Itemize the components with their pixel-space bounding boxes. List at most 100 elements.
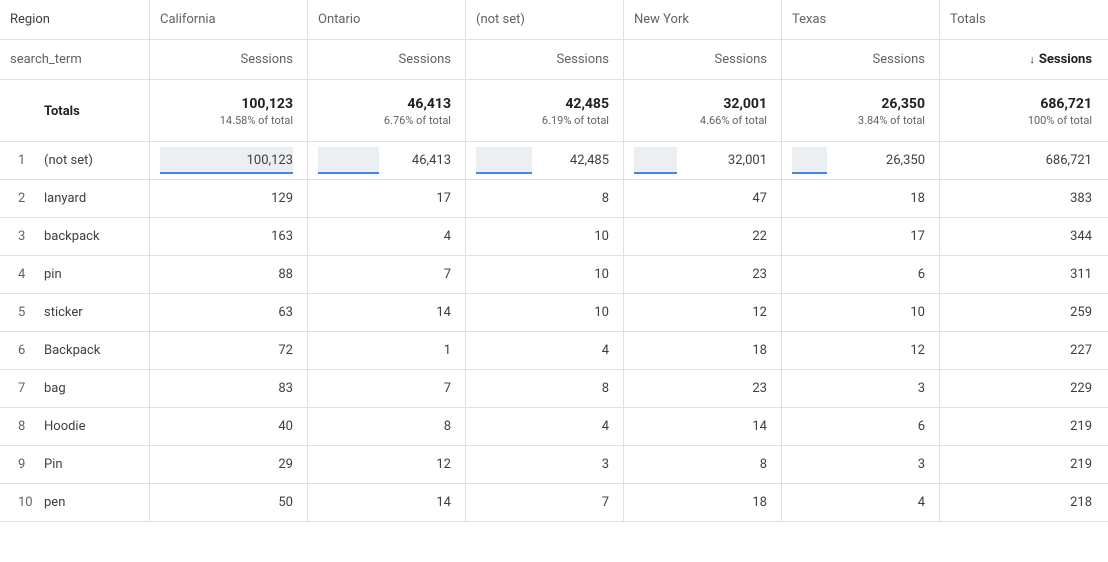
data-cell: 7: [308, 256, 466, 293]
header-row-region: Region California Ontario (not set) New …: [0, 0, 1108, 40]
data-cell: 63: [150, 294, 308, 331]
metric-header-0[interactable]: Sessions: [150, 40, 308, 79]
row-index: 8: [0, 408, 44, 445]
data-cell: 40: [150, 408, 308, 445]
totals-row: Totals 100,123 14.58% of total 46,413 6.…: [0, 80, 1108, 142]
search-term-cell[interactable]: (not set): [44, 142, 150, 179]
dimension-header[interactable]: Region: [0, 0, 150, 39]
search-term-cell[interactable]: bag: [44, 370, 150, 407]
totals-label: Totals: [44, 80, 150, 141]
data-cell: 4: [466, 332, 624, 369]
sort-metric-label: Sessions: [1039, 52, 1092, 67]
totals-pct: 6.76% of total: [384, 114, 451, 127]
region-col-4[interactable]: Texas: [782, 0, 940, 39]
data-cell: 14: [308, 294, 466, 331]
data-cell: 50: [150, 484, 308, 521]
metric-header-4[interactable]: Sessions: [782, 40, 940, 79]
data-cell: 7: [466, 484, 624, 521]
totals-value: 26,350: [881, 96, 925, 112]
pivot-table: Region California Ontario (not set) New …: [0, 0, 1108, 522]
data-cell: 8: [624, 446, 782, 483]
totals-pct: 3.84% of total: [858, 114, 925, 127]
data-cell: 6: [782, 256, 940, 293]
table-row[interactable]: 7bag8378233229: [0, 370, 1108, 408]
region-col-0[interactable]: California: [150, 0, 308, 39]
totals-col-1: 46,413 6.76% of total: [308, 80, 466, 141]
table-row[interactable]: 10pen50147184218: [0, 484, 1108, 522]
region-col-1[interactable]: Ontario: [308, 0, 466, 39]
sort-column-header[interactable]: ↓ Sessions: [940, 40, 1106, 79]
header-row-metric: search_term Sessions Sessions Sessions S…: [0, 40, 1108, 80]
data-cell: 129: [150, 180, 308, 217]
search-term-cell[interactable]: Pin: [44, 446, 150, 483]
data-cell: 8: [466, 180, 624, 217]
totals-pct: 4.66% of total: [700, 114, 767, 127]
row-total-cell: 218: [940, 484, 1106, 521]
search-term-cell[interactable]: pen: [44, 484, 150, 521]
search-term-cell[interactable]: sticker: [44, 294, 150, 331]
sparkbar: [634, 147, 677, 174]
data-cell: 100,123: [150, 142, 308, 179]
row-total-cell: 311: [940, 256, 1106, 293]
cell-value: 46,413: [412, 153, 451, 168]
data-cell: 10: [782, 294, 940, 331]
row-total-cell: 227: [940, 332, 1106, 369]
cell-value: 32,001: [728, 153, 767, 168]
data-cell: 18: [624, 484, 782, 521]
data-cell: 18: [624, 332, 782, 369]
data-cell: 17: [308, 180, 466, 217]
table-row[interactable]: 4pin88710236311: [0, 256, 1108, 294]
row-index: 1: [0, 142, 44, 179]
search-term-cell[interactable]: Hoodie: [44, 408, 150, 445]
data-cell: 12: [308, 446, 466, 483]
table-row[interactable]: 3backpack1634102217344: [0, 218, 1108, 256]
metric-header-1[interactable]: Sessions: [308, 40, 466, 79]
data-cell: 46,413: [308, 142, 466, 179]
totals-value: 32,001: [723, 96, 767, 112]
data-cell: 26,350: [782, 142, 940, 179]
table-row[interactable]: 9Pin2912383219: [0, 446, 1108, 484]
table-row[interactable]: 2lanyard1291784718383: [0, 180, 1108, 218]
metric-header-2[interactable]: Sessions: [466, 40, 624, 79]
search-term-cell[interactable]: lanyard: [44, 180, 150, 217]
data-cell: 8: [466, 370, 624, 407]
data-cell: 88: [150, 256, 308, 293]
region-col-2[interactable]: (not set): [466, 0, 624, 39]
table-row[interactable]: 8Hoodie4084146219: [0, 408, 1108, 446]
totals-col-header: Totals: [940, 0, 1106, 39]
data-cell: 42,485: [466, 142, 624, 179]
sparkbar: [318, 147, 379, 174]
totals-value: 46,413: [407, 96, 451, 112]
totals-pct: 14.58% of total: [220, 114, 293, 127]
region-col-3[interactable]: New York: [624, 0, 782, 39]
row-total-cell: 259: [940, 294, 1106, 331]
row-total-cell: 383: [940, 180, 1106, 217]
totals-col-2: 42,485 6.19% of total: [466, 80, 624, 141]
data-cell: 83: [150, 370, 308, 407]
totals-value: 686,721: [1040, 96, 1092, 112]
table-row[interactable]: 6Backpack72141812227: [0, 332, 1108, 370]
row-index: 10: [0, 484, 44, 521]
search-term-cell[interactable]: Backpack: [44, 332, 150, 369]
sparkbar: [476, 147, 532, 174]
data-rows: 1(not set)100,123 46,413 42,485 32,001 26,35…: [0, 142, 1108, 522]
totals-col-0: 100,123 14.58% of total: [150, 80, 308, 141]
table-row[interactable]: 5sticker6314101210259: [0, 294, 1108, 332]
search-term-cell[interactable]: pin: [44, 256, 150, 293]
row-total-cell: 229: [940, 370, 1106, 407]
totals-value: 100,123: [241, 96, 293, 112]
row-total-cell: 344: [940, 218, 1106, 255]
cell-value: 26,350: [886, 153, 925, 168]
totals-col-3: 32,001 4.66% of total: [624, 80, 782, 141]
data-cell: 10: [466, 218, 624, 255]
search-term-cell[interactable]: backpack: [44, 218, 150, 255]
data-cell: 4: [308, 218, 466, 255]
sort-desc-icon: ↓: [1029, 54, 1035, 65]
row-total-cell: 686,721: [940, 142, 1106, 179]
data-cell: 4: [782, 484, 940, 521]
row-dimension-header[interactable]: search_term: [0, 40, 150, 79]
row-total-cell: 219: [940, 446, 1106, 483]
metric-header-3[interactable]: Sessions: [624, 40, 782, 79]
table-row[interactable]: 1(not set)100,123 46,413 42,485 32,001 26,35…: [0, 142, 1108, 180]
sparkbar: [792, 147, 827, 174]
